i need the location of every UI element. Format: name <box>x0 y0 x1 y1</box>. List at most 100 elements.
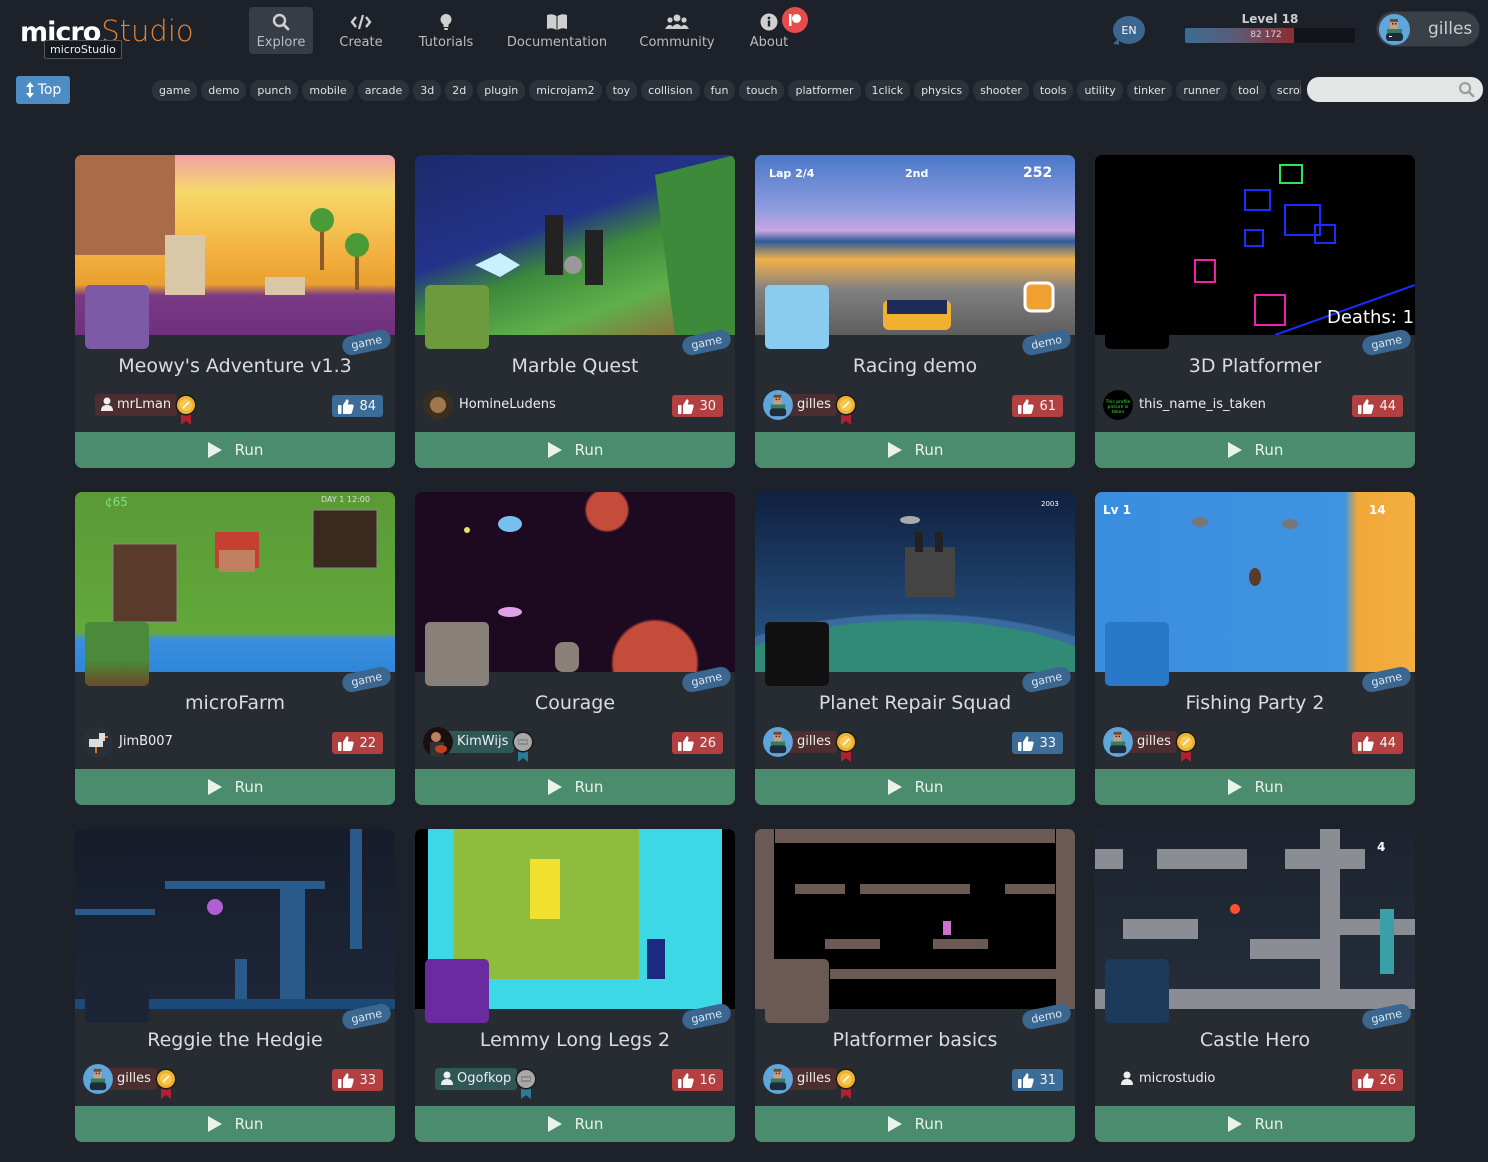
project-title: Racing demo <box>852 355 978 377</box>
project-author[interactable]: microstudio <box>1121 1065 1221 1093</box>
tag-filter-demo[interactable]: demo <box>201 80 247 101</box>
run-button[interactable]: Run <box>415 1106 735 1142</box>
likes-button[interactable]: 31 <box>1012 1069 1063 1091</box>
project-card[interactable]: game Marble Quest HomineLudens 30 Run <box>415 155 735 468</box>
run-button[interactable]: Run <box>75 769 395 805</box>
sort-top-button[interactable]: Top <box>16 76 70 104</box>
search-box[interactable] <box>1307 77 1483 102</box>
tag-filter-platformer[interactable]: platformer <box>788 80 861 101</box>
run-button[interactable]: Run <box>415 769 735 805</box>
run-button[interactable]: Run <box>1095 1106 1415 1142</box>
project-icon <box>765 959 829 1023</box>
project-card[interactable]: game Lemmy Long Legs 2 Ogofkop 16 Run <box>415 829 735 1142</box>
project-card[interactable]: Lv 1 14 game Fishing Party 2 gilles 44 Ru… <box>1095 492 1415 805</box>
patreon-button[interactable] <box>782 7 808 33</box>
project-card[interactable]: Deaths: 1 game 3D Platformer This profil… <box>1095 155 1415 468</box>
likes-button[interactable]: 84 <box>332 395 383 417</box>
project-icon <box>765 285 829 349</box>
tag-filter-tinker[interactable]: tinker <box>1126 80 1173 101</box>
user-menu-button[interactable]: gilles <box>1376 11 1480 47</box>
project-card[interactable]: 4 game Castle Hero microstudio 26 Run <box>1095 829 1415 1142</box>
likes-button[interactable]: 33 <box>332 1069 383 1091</box>
project-card[interactable]: game Reggie the Hedgie gilles 33 Run <box>75 829 395 1142</box>
project-author[interactable]: gilles <box>1103 727 1197 762</box>
search-icon[interactable] <box>1458 81 1475 98</box>
nav-community[interactable]: Community <box>631 7 723 54</box>
tag-filter-scrolling[interactable]: scrolling <box>1269 80 1301 101</box>
tag-filter-collision[interactable]: collision <box>641 80 700 101</box>
project-card[interactable]: game Courage KimWijs 26 Run <box>415 492 735 805</box>
likes-button[interactable]: 26 <box>1352 1069 1403 1091</box>
project-title: Reggie the Hedgie <box>147 1029 323 1051</box>
project-card[interactable]: ¢65 DAY 1 12:00 game microFarm JimB007 22… <box>75 492 395 805</box>
tag-filter-mobile[interactable]: mobile <box>302 80 354 101</box>
nav-documentation[interactable]: Documentation <box>483 7 631 54</box>
tag-filter-plugin[interactable]: plugin <box>477 80 526 101</box>
tag-filter-tool[interactable]: tool <box>1231 80 1266 101</box>
project-author[interactable]: mrLman <box>95 391 197 425</box>
project-author[interactable]: This profile picture is taken this_name_is_… <box>1103 390 1272 420</box>
likes-button[interactable]: 16 <box>672 1069 723 1091</box>
run-label: Run <box>234 441 264 459</box>
likes-button[interactable]: 26 <box>672 732 723 754</box>
run-button[interactable]: Run <box>755 432 1075 468</box>
tag-filter-physics[interactable]: physics <box>914 80 970 101</box>
run-button[interactable]: Run <box>755 1106 1075 1142</box>
tag-filter-1click[interactable]: 1click <box>864 80 911 101</box>
tag-filter-3d[interactable]: 3d <box>413 80 442 101</box>
play-icon <box>207 442 222 458</box>
nav-explore[interactable]: Explore <box>249 7 313 54</box>
play-icon <box>887 1116 902 1132</box>
project-card[interactable]: Lap 2/4 2nd 252 demo Racing demo gilles 61… <box>755 155 1075 468</box>
tag-filter-punch[interactable]: punch <box>250 80 299 101</box>
project-card[interactable]: 2003 game Planet Repair Squad gilles 33 … <box>755 492 1075 805</box>
run-button[interactable]: Run <box>75 432 395 468</box>
tag-filter-arcade[interactable]: arcade <box>357 80 410 101</box>
tag-filter-runner[interactable]: runner <box>1176 80 1228 101</box>
tag-filter-game[interactable]: game <box>152 80 198 101</box>
project-author[interactable]: KimWijs <box>423 727 534 762</box>
run-button[interactable]: Run <box>1095 769 1415 805</box>
tag-filter-utility[interactable]: utility <box>1077 80 1123 101</box>
nav-tutorials[interactable]: Tutorials <box>409 7 483 54</box>
run-button[interactable]: Run <box>755 769 1075 805</box>
project-author[interactable]: HomineLudens <box>423 390 562 420</box>
likes-button[interactable]: 22 <box>332 732 383 754</box>
likes-count: 44 <box>1379 735 1396 751</box>
search-input[interactable] <box>1307 77 1447 102</box>
likes-button[interactable]: 30 <box>672 395 723 417</box>
language-button[interactable]: EN <box>1113 16 1145 44</box>
likes-count: 33 <box>1039 735 1056 751</box>
book-icon <box>546 13 568 33</box>
project-author[interactable]: gilles <box>763 390 857 425</box>
tag-filter-fun[interactable]: fun <box>703 80 736 101</box>
likes-count: 22 <box>359 735 376 751</box>
tag-filter-tools[interactable]: tools <box>1032 80 1074 101</box>
nav-create[interactable]: Create <box>313 7 409 54</box>
run-button[interactable]: Run <box>1095 432 1415 468</box>
tag-filter-touch[interactable]: touch <box>739 80 785 101</box>
gold-medal-icon <box>155 1067 177 1101</box>
tag-filter-shooter[interactable]: shooter <box>973 80 1029 101</box>
tag-filter-microjam2[interactable]: microjam2 <box>529 80 602 101</box>
likes-button[interactable]: 44 <box>1352 732 1403 754</box>
project-author[interactable]: Ogofkop <box>435 1065 537 1099</box>
author-name: Ogofkop <box>457 1071 512 1086</box>
likes-button[interactable]: 61 <box>1012 395 1063 417</box>
project-card[interactable]: demo Platformer basics gilles 31 Run <box>755 829 1075 1142</box>
project-card[interactable]: game Meowy's Adventure v1.3 mrLman 84 Ru… <box>75 155 395 468</box>
tag-filter-toy[interactable]: toy <box>605 80 638 101</box>
project-author[interactable]: gilles <box>763 727 857 762</box>
likes-button[interactable]: 44 <box>1352 395 1403 417</box>
author-name: gilles <box>789 731 837 753</box>
project-author[interactable]: gilles <box>763 1064 857 1099</box>
likes-count: 16 <box>699 1072 716 1088</box>
project-author[interactable]: JimB007 <box>83 727 179 757</box>
author-name: gilles <box>1129 731 1177 753</box>
run-button[interactable]: Run <box>415 432 735 468</box>
project-icon <box>425 622 489 686</box>
run-button[interactable]: Run <box>75 1106 395 1142</box>
project-author[interactable]: gilles <box>83 1064 177 1099</box>
tag-filter-2d[interactable]: 2d <box>445 80 474 101</box>
likes-button[interactable]: 33 <box>1012 732 1063 754</box>
